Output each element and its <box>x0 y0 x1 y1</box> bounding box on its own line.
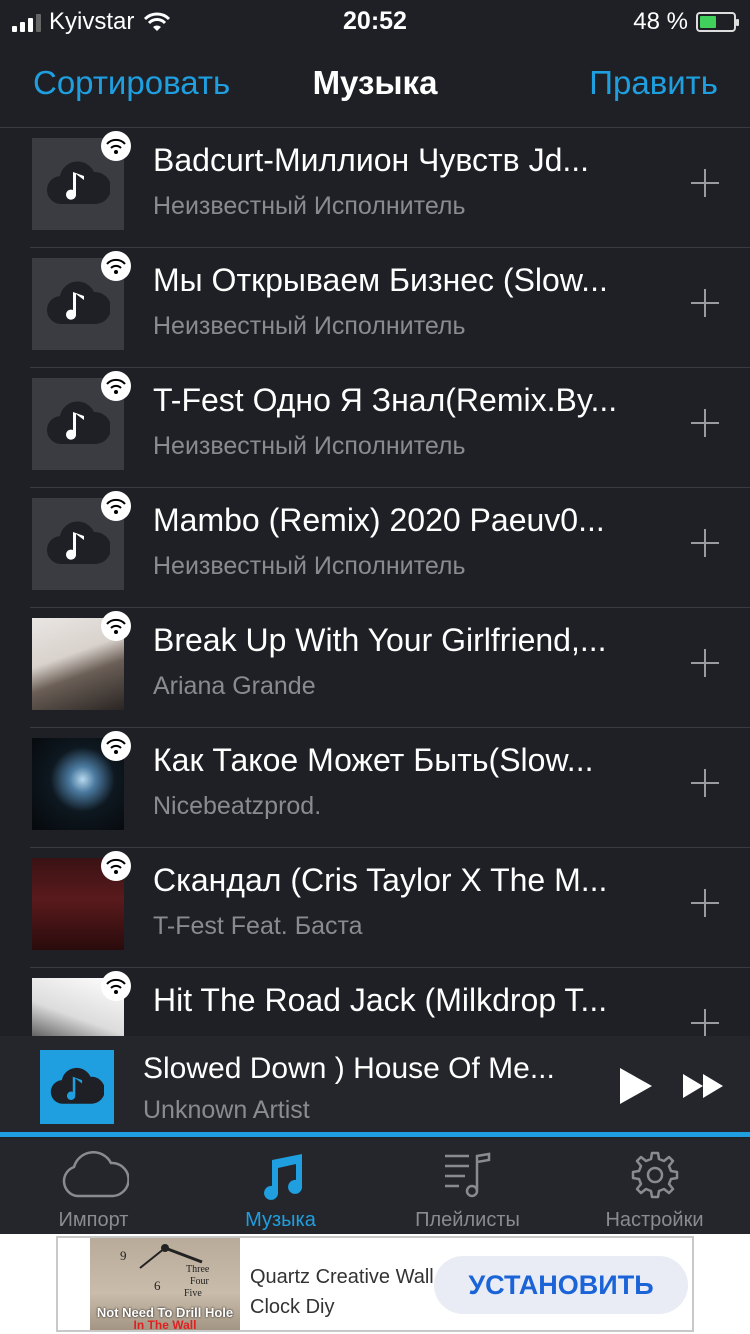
streaming-icon <box>101 731 131 761</box>
now-playing-bar[interactable]: Slowed Down ) House Of Me... Unknown Art… <box>0 1036 750 1137</box>
battery-icon <box>696 12 739 32</box>
track-list[interactable]: Badcurt-Миллион Чувств Jd... Неизвестный… <box>0 128 750 1036</box>
ad-container[interactable]: 9 6 Three Four Five Not Need To Drill Ho… <box>56 1236 694 1332</box>
cloud-icon <box>62 1151 129 1198</box>
cloud-music-icon <box>32 491 131 590</box>
fast-forward-icon[interactable] <box>682 1072 724 1100</box>
ad-image-caption-2: In The Wall <box>133 1318 197 1330</box>
tab-label: Плейлисты <box>415 1209 520 1231</box>
edit-button[interactable]: Править <box>589 64 718 102</box>
add-icon[interactable] <box>690 168 720 198</box>
streaming-icon <box>101 371 131 401</box>
track-artist: Nicebeatzprod. <box>153 792 322 820</box>
track-title: Break Up With Your Girlfriend,... <box>153 622 607 658</box>
track-artist: Ariana Grande <box>153 672 316 700</box>
streaming-icon <box>101 491 131 521</box>
add-icon[interactable] <box>690 648 720 678</box>
track-row[interactable]: Как Такое Может Быть(Slow... Nicebeatzpr… <box>0 728 750 848</box>
status-bar: Kyivstar 20:52 48 % <box>0 0 750 42</box>
ad-banner[interactable]: 9 6 Three Four Five Not Need To Drill Ho… <box>0 1234 750 1334</box>
music-app-screen: Kyivstar 20:52 48 % Сортировать Музыка П… <box>0 0 750 1334</box>
track-title: Скандал (Cris Taylor X The M... <box>153 862 608 898</box>
now-playing-title: Slowed Down ) House Of Me... <box>143 1052 555 1085</box>
album-art <box>32 971 131 1036</box>
track-title: Как Такое Может Быть(Slow... <box>153 742 594 778</box>
status-right: 48 % <box>633 8 739 36</box>
track-row[interactable]: Hit The Road Jack (Milkdrop T... <box>0 968 750 1036</box>
track-title: Hit The Road Jack (Milkdrop T... <box>153 982 608 1018</box>
track-row[interactable]: Скандал (Cris Taylor X The M... T-Fest F… <box>0 848 750 968</box>
cloud-music-icon <box>32 371 131 470</box>
add-icon[interactable] <box>690 528 720 558</box>
tab-playlists[interactable]: Плейлисты <box>374 1138 561 1234</box>
battery-percent: 48 % <box>633 8 688 35</box>
add-icon[interactable] <box>690 408 720 438</box>
track-row[interactable]: Мы Открываем Бизнес (Slow... Неизвестный… <box>0 248 750 368</box>
track-row[interactable]: Badcurt-Миллион Чувств Jd... Неизвестный… <box>0 128 750 248</box>
album-art <box>32 851 131 950</box>
svg-text:6: 6 <box>154 1278 161 1293</box>
add-icon[interactable] <box>690 888 720 918</box>
ad-image[interactable]: 9 6 Three Four Five Not Need To Drill Ho… <box>90 1238 240 1330</box>
track-artist: Неизвестный Исполнитель <box>153 192 466 220</box>
track-artist: Неизвестный Исполнитель <box>153 552 466 580</box>
track-artist: T-Fest Feat. Баста <box>153 912 363 940</box>
streaming-icon <box>101 611 131 641</box>
track-row[interactable]: Break Up With Your Girlfriend,... Ariana… <box>0 608 750 728</box>
add-icon[interactable] <box>690 288 720 318</box>
music-note-icon <box>263 1154 302 1200</box>
svg-text:9: 9 <box>120 1248 127 1263</box>
install-button[interactable]: УСТАНОВИТЬ <box>434 1256 688 1314</box>
tab-label: Импорт <box>58 1209 129 1231</box>
playback-progress-bar[interactable] <box>0 1132 750 1137</box>
track-title: Мы Открываем Бизнес (Slow... <box>153 262 608 298</box>
track-row[interactable]: T-Fest Одно Я Знал(Remix.By... Неизвестн… <box>0 368 750 488</box>
track-row[interactable]: Mambo (Remix) 2020 Paeuv0... Неизвестный… <box>0 488 750 608</box>
streaming-icon <box>101 851 131 881</box>
cloud-music-icon <box>32 251 131 350</box>
track-artist: Неизвестный Исполнитель <box>153 312 466 340</box>
tab-import[interactable]: Импорт <box>0 1138 187 1234</box>
ad-text[interactable]: Quartz Creative Wall Clock Diy <box>250 1262 440 1322</box>
add-icon[interactable] <box>690 768 720 798</box>
tab-label: Настройки <box>605 1209 704 1231</box>
svg-text:Four: Four <box>190 1276 210 1287</box>
streaming-icon <box>101 251 131 281</box>
album-art <box>32 731 131 830</box>
cloud-music-icon <box>32 131 131 230</box>
track-title: Mambo (Remix) 2020 Paeuv0... <box>153 502 605 538</box>
track-title: Badcurt-Миллион Чувств Jd... <box>153 142 590 178</box>
tab-settings[interactable]: Настройки <box>561 1138 748 1234</box>
play-icon[interactable] <box>618 1066 654 1106</box>
tab-music[interactable]: Музыка <box>187 1138 374 1234</box>
track-title: T-Fest Одно Я Знал(Remix.By... <box>153 382 618 418</box>
svg-text:Five: Five <box>184 1288 202 1298</box>
track-artist: Неизвестный Исполнитель <box>153 432 466 460</box>
album-art <box>32 611 131 710</box>
streaming-icon <box>101 131 131 161</box>
cloud-music-icon <box>40 1050 114 1124</box>
tab-bar: Импорт Музыка Плейлисты Настройки <box>0 1138 750 1234</box>
playlist-icon <box>444 1152 490 1198</box>
tab-label: Музыка <box>245 1209 316 1231</box>
gear-icon <box>631 1151 678 1199</box>
svg-text:Three: Three <box>186 1264 210 1275</box>
add-icon[interactable] <box>690 1008 720 1036</box>
now-playing-artist: Unknown Artist <box>143 1096 310 1124</box>
navigation-bar: Сортировать Музыка Править <box>0 42 750 128</box>
streaming-icon <box>101 971 131 1001</box>
